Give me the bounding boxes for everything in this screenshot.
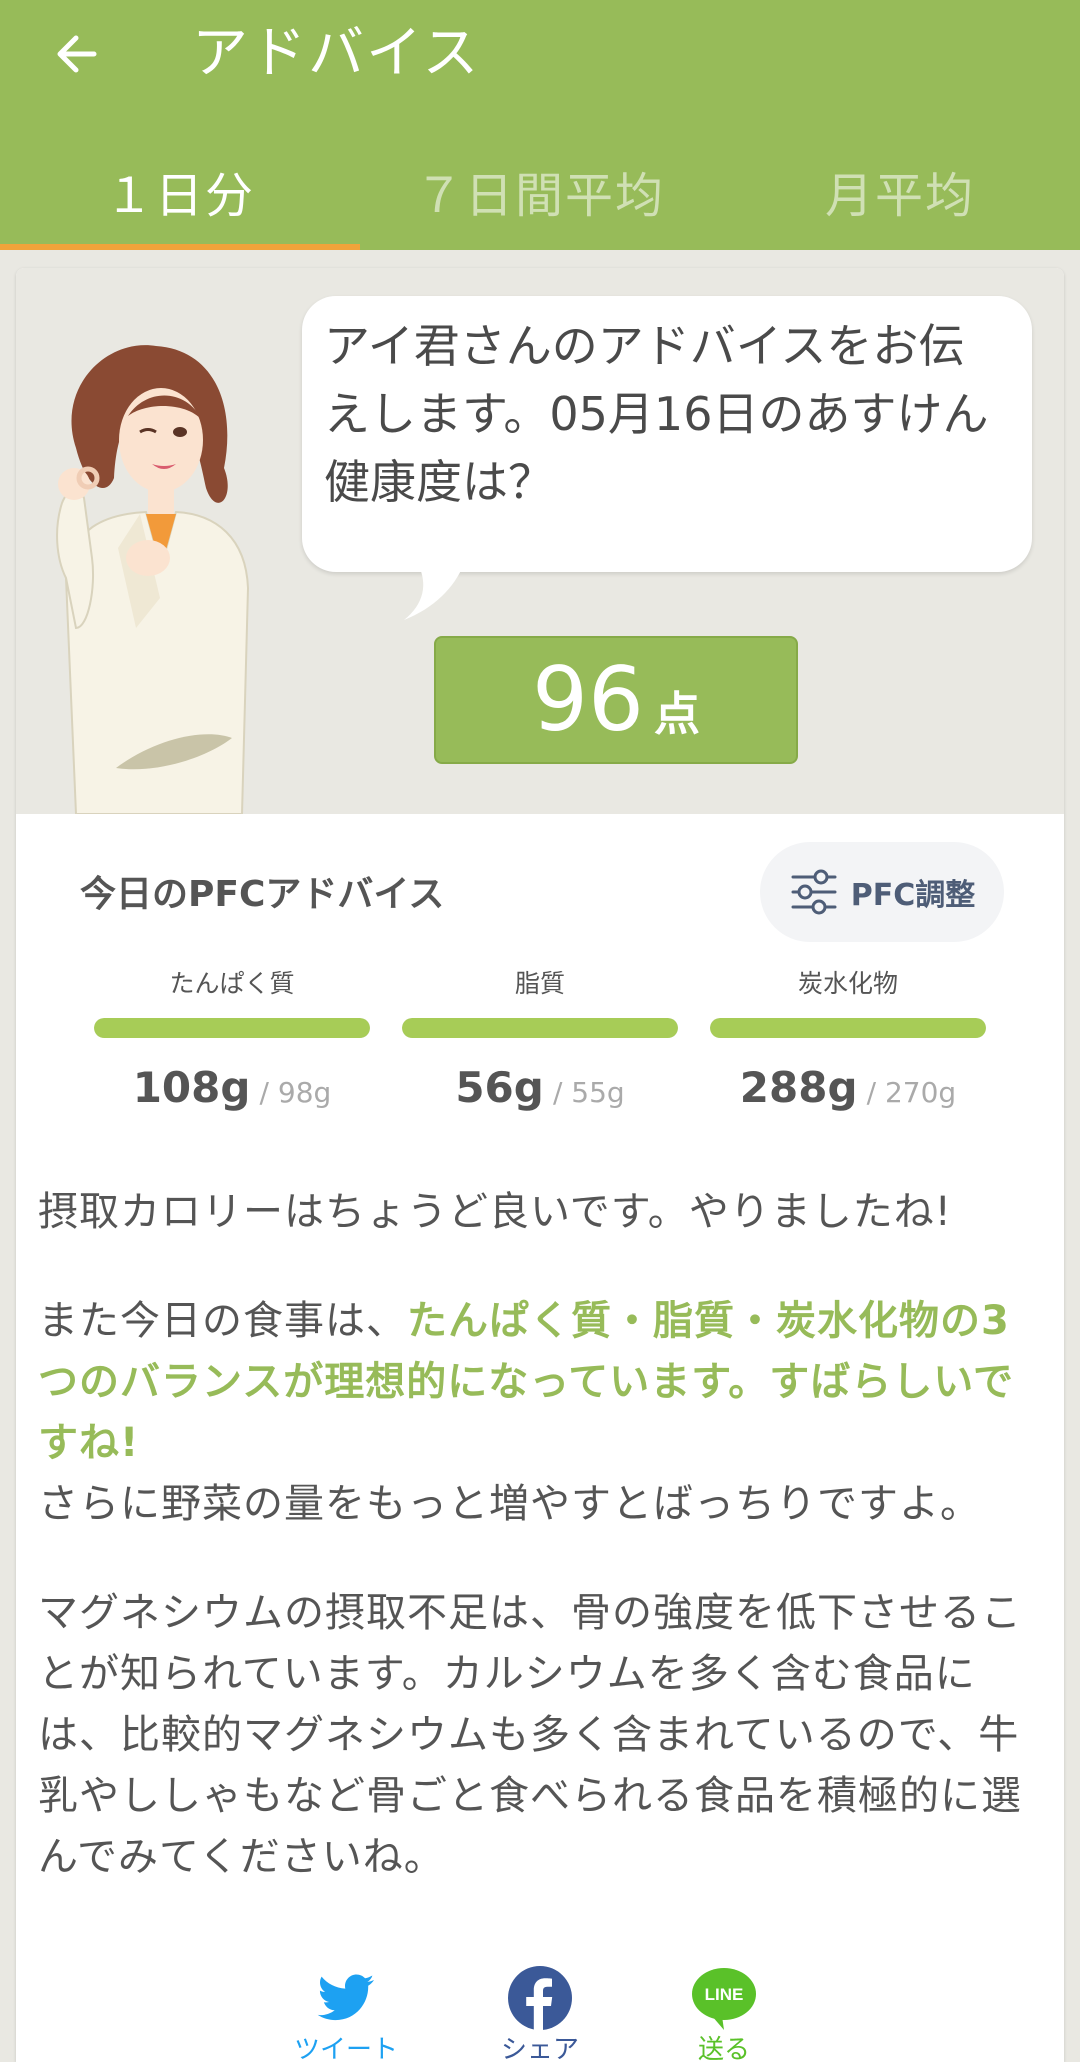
tweet-label: ツイート [293,2035,398,2062]
nutrient-progress-bar [402,1018,678,1038]
facebook-icon [508,1966,572,2030]
nutrient-target-value: / 55 [552,1076,607,1109]
health-score-unit: 点 [653,687,700,741]
page-title: アドバイス [192,21,481,86]
nutrient-actual-unit: g [220,1063,251,1112]
nutrient-target-value: / 270 [866,1076,939,1109]
line-send-button[interactable]: LINE 送る [664,1966,784,2062]
nutrient-progress-fill [710,1018,986,1038]
nutrient-target-unit: g [606,1076,625,1109]
health-score-badge: 96 点 [434,636,798,764]
sliders-icon [791,869,837,915]
twitter-icon [317,1974,374,2021]
nutrient-label: 炭水化物 [797,969,898,998]
nutrient-actual-unit: g [827,1063,858,1112]
tab-seven-day-average[interactable]: ７日間平均 [360,140,720,250]
advice-balance-lead: また今日の食事は、 [38,1298,407,1344]
speech-bubble-tail [404,564,464,620]
nutrient-progress-bar [94,1018,370,1038]
advice-magnesium-paragraph: マグネシウムの摂取不足は、骨の強度を低下させることが知られています。カルシウムを… [38,1590,1022,1880]
nutrient-progress-fill [94,1018,370,1038]
advisor-character-illustration [56,345,250,814]
nutrient-carbohydrate: 炭水化物 288g / 270g [710,964,986,1124]
nutrient-target-unit: g [313,1076,332,1109]
line-icon: LINE [692,1968,756,2030]
nutrient-actual-unit: g [513,1063,544,1112]
nutrient-progress-fill [402,1018,678,1038]
share-bar: ツイート シェア LINE 送る [16,1966,1064,2062]
tab-monthly-average[interactable]: 月平均 [720,140,1080,250]
advice-calorie-paragraph: 摂取カロリーはちょうど良いです。やりましたね! [38,1189,952,1235]
advice-balance-paragraph: また今日の食事は、たんぱく質・脂質・炭水化物の3つのバランスが理想的になっていま… [38,1291,1048,1535]
pfc-adjust-label: PFC調整 [850,878,976,913]
speech-bubble: アイ君さんのアドバイスをお伝えします。05月16日のあすけん健康度は？ [302,296,1032,572]
line-send-label: 送る [697,2035,750,2062]
score-hero: アイ君さんのアドバイスをお伝えします。05月16日のあすけん健康度は？ 96 点 [16,268,1064,814]
nutrient-fat: 脂質 56g / 55g [402,964,678,1124]
advice-balance-tail: さらに野菜の量をもっと増やすとばっちりですよ。 [38,1481,981,1527]
arrow-left-icon [57,35,97,73]
nutrient-label: 脂質 [514,969,565,998]
pfc-section-title: 今日のPFCアドバイス [80,874,445,915]
nutrient-protein: たんぱく質 108g / 98g [94,964,370,1124]
advice-text: 摂取カロリーはちょうど良いです。やりましたね! また今日の食事は、たんぱく質・脂… [38,1182,1048,1936]
tab-one-day[interactable]: １日分 [0,140,360,250]
facebook-share-button[interactable]: シェア [480,1966,600,2062]
nutrient-actual-value: 56 [455,1063,514,1112]
app-header: アドバイス １日分 ７日間平均 月平均 [0,0,1080,250]
nutrient-target-unit: g [938,1076,957,1109]
nutrient-actual-value: 108 [132,1063,221,1112]
pfc-nutrient-list: たんぱく質 108g / 98g 脂質 56g / 55g 炭水化物 288g … [94,964,1014,1124]
back-button[interactable] [46,24,106,84]
nutrient-target-value: / 98 [259,1076,314,1109]
nutrient-progress-bar [710,1018,986,1038]
health-score-value: 96 [532,648,644,751]
advice-card: アイ君さんのアドバイスをお伝えします。05月16日のあすけん健康度は？ 96 点… [16,268,1064,2062]
speech-text: アイ君さんのアドバイスをお伝えします。05月16日のあすけん健康度は？ [324,319,989,509]
nutrient-label: たんぱく質 [169,969,295,998]
nutrient-actual-value: 288 [739,1063,828,1112]
line-icon-text: LINE [705,1985,744,2004]
period-tabs: １日分 ７日間平均 月平均 [0,140,1080,250]
tweet-button[interactable]: ツイート [286,1966,406,2062]
facebook-share-label: シェア [500,2035,579,2062]
pfc-adjust-button[interactable]: PFC調整 [760,842,1004,942]
